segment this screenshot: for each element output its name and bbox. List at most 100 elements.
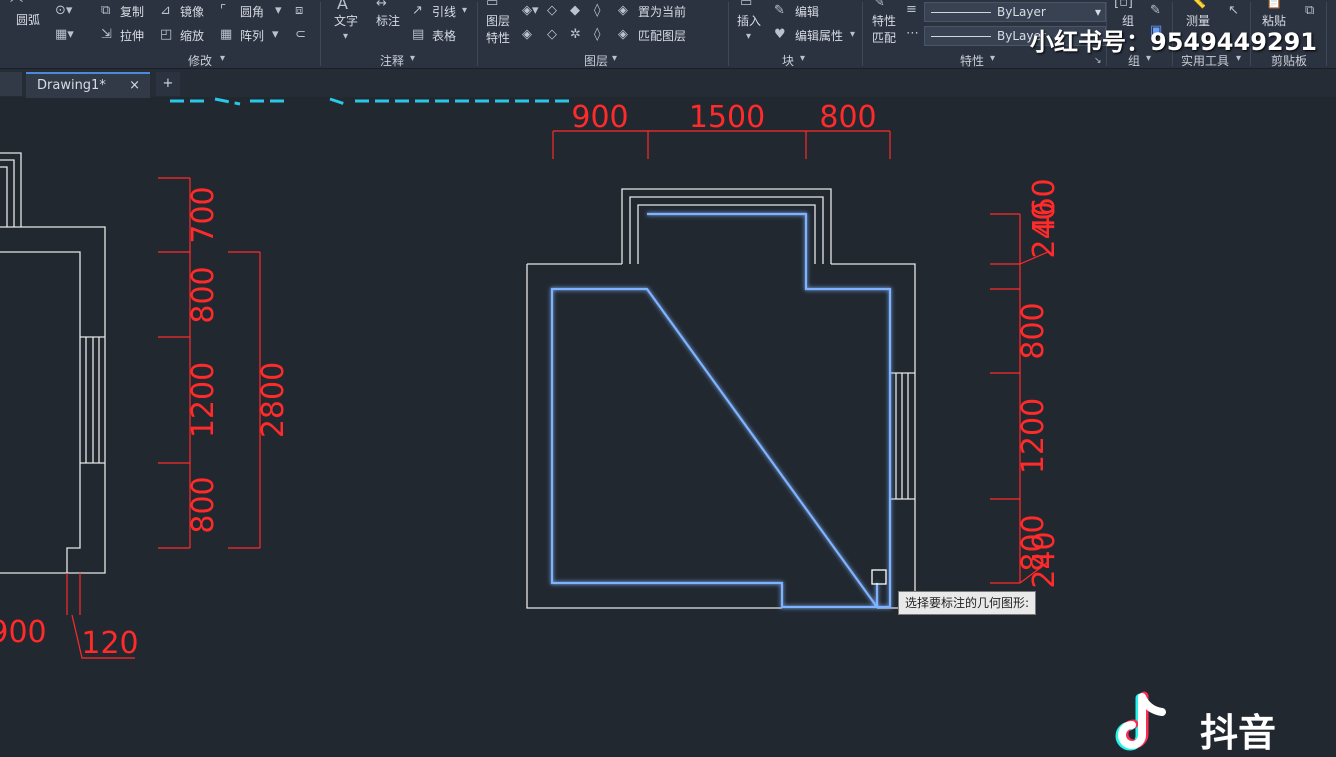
insert-icon: ▭ <box>740 0 753 10</box>
layer-isolate-icon[interactable]: ◆ <box>570 4 580 18</box>
layer-walk-icon[interactable]: ◇ <box>547 28 557 42</box>
top-dim-900: 900 <box>571 100 628 135</box>
dropdown-arrow-icon[interactable]: ▾ <box>275 4 282 18</box>
layer-lock-icon[interactable]: ◊ <box>594 4 600 18</box>
cyan-text-fragment <box>168 97 574 105</box>
separator <box>728 2 729 66</box>
mirror-icon: ⊿ <box>160 3 171 18</box>
modify-group-label[interactable]: 修改 <box>188 52 212 69</box>
left-dim-700: 700 <box>186 186 221 243</box>
separator <box>1326 2 1327 66</box>
layer-properties-button[interactable]: 图层 <box>486 14 510 28</box>
main-plan-window <box>890 372 915 500</box>
annotation-group-label[interactable]: 注释 <box>380 52 404 69</box>
dropdown-arrow-icon[interactable]: ▾ <box>220 52 225 66</box>
dropdown-arrow-icon[interactable]: ▾ <box>850 28 855 42</box>
layer-properties-icon: ▭ <box>486 0 499 10</box>
layer-state-icon[interactable]: ◈▾ <box>522 4 539 18</box>
right-dim-800-top: 800 <box>1016 302 1051 359</box>
douyin-logo-text: 抖音 <box>1200 711 1277 755</box>
command-tooltip: 选择要标注的几何图形: <box>898 591 1037 615</box>
layer-off-icon[interactable]: ◇ <box>547 4 557 18</box>
line-sample <box>931 36 991 37</box>
match-properties-button-line2[interactable]: 匹配 <box>872 31 896 45</box>
copy-button[interactable]: 复制 <box>120 5 144 19</box>
new-tab-button[interactable]: + <box>156 72 180 96</box>
dimension-button[interactable]: 标注 <box>376 14 400 28</box>
dropdown-arrow-icon[interactable]: ▾ <box>990 52 995 66</box>
scale-icon: ◰ <box>160 27 173 42</box>
main-plan-inner-wall-selected[interactable] <box>550 212 892 609</box>
close-icon[interactable]: × <box>129 74 140 98</box>
dropdown-arrow-icon[interactable]: ▾ <box>343 30 348 44</box>
text-button[interactable]: 文字 <box>334 14 358 28</box>
leader-icon: ↗ <box>412 3 423 18</box>
match-properties-button[interactable]: 特性 <box>872 14 896 28</box>
scale-button[interactable]: 缩放 <box>180 29 204 43</box>
edit-attribute-button[interactable]: 编辑属性 <box>795 29 843 43</box>
fillet-icon: ⌜ <box>220 3 227 18</box>
left-dim-900: 900 <box>0 615 47 650</box>
left-dim-2800: 2800 <box>256 362 291 438</box>
left-dim-120: 120 <box>81 626 138 661</box>
copy-icon: ⧉ <box>101 3 111 18</box>
left-dim-800-top: 800 <box>186 266 221 323</box>
separator <box>320 2 321 66</box>
array-button[interactable]: 阵列 <box>240 29 264 43</box>
paste-icon: 📋 <box>1266 0 1283 10</box>
lineweight-icon: ≡ <box>906 2 917 17</box>
right-dim-240-top: 240 <box>1027 201 1062 258</box>
group-edit-icon[interactable]: ✎ <box>1150 4 1161 18</box>
fillet-button[interactable]: 圆角 <box>240 5 264 19</box>
mirror-button[interactable]: 镜像 <box>180 5 204 19</box>
top-dim-1500: 1500 <box>689 100 765 135</box>
main-plan-opening-outer <box>621 188 832 264</box>
dropdown-arrow-icon[interactable]: ▾ <box>410 52 415 66</box>
dropdown-arrow-icon[interactable]: ▾ <box>746 30 751 44</box>
left-dim-1200: 1200 <box>186 362 221 438</box>
block-group-label[interactable]: 块 <box>782 52 794 69</box>
block-edit-icon: ✎ <box>774 3 785 18</box>
insert-button[interactable]: 插入 <box>737 14 761 28</box>
left-plan-outer-wall <box>0 226 106 574</box>
match-layer-button[interactable]: 匹配图层 <box>638 29 686 43</box>
cursor-icon[interactable]: ↖ <box>1228 4 1239 18</box>
layers-group-label[interactable]: 图层 <box>584 52 608 69</box>
block-edit-button[interactable]: 编辑 <box>795 5 819 19</box>
main-plan-opening-line <box>629 196 824 264</box>
offset-icon[interactable]: ⊂ <box>295 28 306 42</box>
tab-drawing1[interactable]: Drawing1* × <box>26 72 150 98</box>
line-sample <box>931 12 991 13</box>
dropdown-arrow-icon[interactable]: ▾ <box>272 28 279 42</box>
left-plan-inner-wall <box>0 251 81 573</box>
layer-properties-button-line2[interactable]: 特性 <box>486 31 510 45</box>
hatch-icon[interactable]: ▦▾ <box>55 28 74 42</box>
3d-box-icon[interactable]: ⧈ <box>295 4 303 18</box>
linetype-icon: ⋯ <box>906 26 919 41</box>
lineweight-select[interactable]: ByLayer ▾ <box>924 2 1106 22</box>
set-current-icon: ◈ <box>618 3 628 18</box>
leader-button[interactable]: 引线 <box>432 5 456 19</box>
layer-sun-icon[interactable]: ✲ <box>570 28 581 42</box>
drawing-svg[interactable]: 700 800 1200 800 2800 900 120 900 1500 8… <box>0 97 1336 752</box>
ellipse-icon[interactable]: ⊙▾ <box>55 4 72 18</box>
match-layer-icon: ◈ <box>618 27 628 42</box>
layer-freeze-icon[interactable]: ◈ <box>522 28 532 42</box>
left-plan-opening <box>0 152 22 227</box>
arc-button[interactable]: 圆弧 <box>16 13 40 27</box>
main-floor-plan <box>526 188 916 609</box>
dropdown-arrow-icon[interactable]: ▾ <box>612 52 617 66</box>
properties-group-label[interactable]: 特性 <box>960 52 984 69</box>
drawing-canvas[interactable]: 700 800 1200 800 2800 900 120 900 1500 8… <box>0 97 1336 752</box>
layer-unlock-icon[interactable]: ◊ <box>594 28 600 42</box>
dropdown-arrow-icon: ▾ <box>1094 5 1101 19</box>
table-button[interactable]: 表格 <box>432 29 456 43</box>
dropdown-arrow-icon[interactable]: ▾ <box>800 52 805 66</box>
dropdown-arrow-icon[interactable]: ▾ <box>462 4 467 18</box>
stretch-button[interactable]: 拉伸 <box>120 29 144 43</box>
set-current-button[interactable]: 置为当前 <box>638 5 686 19</box>
top-dim-800: 800 <box>819 100 876 135</box>
copy-clip-icon[interactable]: ⧉ <box>1305 4 1314 18</box>
tab-start[interactable] <box>0 72 22 96</box>
text-icon: A <box>337 0 348 13</box>
